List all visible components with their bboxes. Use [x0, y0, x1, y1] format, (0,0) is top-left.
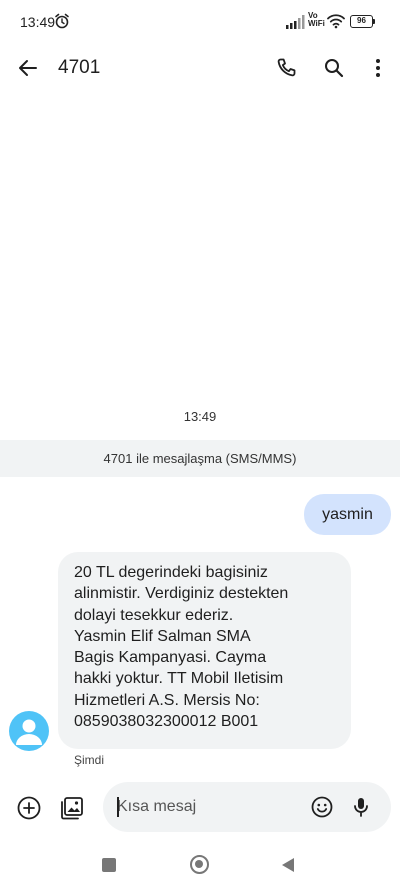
wifi-icon — [327, 14, 345, 29]
sms-mms-banner: 4701 ile mesajlaşma (SMS/MMS) — [0, 440, 400, 477]
message-status: Şimdi — [74, 753, 105, 767]
alarm-icon — [55, 13, 69, 29]
avatar[interactable] — [9, 711, 49, 751]
emoji-button[interactable] — [302, 787, 342, 827]
add-attachment-button[interactable] — [9, 788, 49, 828]
more-options-button[interactable] — [358, 48, 398, 88]
system-nav-bar — [0, 846, 400, 888]
person-icon — [16, 719, 42, 745]
message-input[interactable] — [117, 782, 297, 832]
compose-field[interactable] — [103, 782, 391, 832]
back-button[interactable] — [8, 48, 48, 88]
status-time: 13:49 — [20, 14, 56, 30]
home-icon-dot — [195, 860, 203, 868]
home-icon[interactable] — [190, 855, 209, 874]
search-button[interactable] — [314, 48, 354, 88]
mic-icon — [354, 798, 368, 817]
more-vert-icon — [376, 59, 380, 77]
battery-level: 96 — [350, 15, 373, 28]
gallery-button[interactable] — [52, 788, 92, 828]
signal-icon — [286, 15, 305, 29]
incoming-message-bubble[interactable]: 20 TL degerindeki bagisiniz alinmistir. … — [58, 552, 351, 749]
back-triangle-icon[interactable] — [282, 858, 294, 872]
status-bar: 13:49 Vo WiFi 96 — [0, 0, 400, 44]
phone-icon — [277, 58, 296, 77]
search-icon — [325, 59, 344, 78]
voice-input-button[interactable] — [341, 787, 381, 827]
outgoing-message-bubble[interactable]: yasmin — [304, 494, 391, 535]
emoji-icon — [311, 796, 333, 818]
back-arrow-icon — [19, 60, 37, 76]
recents-icon[interactable] — [102, 858, 116, 872]
battery-tip — [373, 19, 375, 24]
app-bar: 4701 — [0, 44, 400, 92]
wifi-label: WiFi — [308, 19, 325, 28]
text-cursor — [117, 797, 119, 817]
conversation-timestamp: 13:49 — [183, 409, 217, 424]
call-button[interactable] — [266, 48, 306, 88]
messages-screen: 13:49 Vo WiFi 96 4701 13:49 4701 ile mes… — [0, 0, 400, 888]
battery-icon: 96 — [350, 15, 376, 28]
gallery-icon — [61, 797, 83, 820]
contact-title: 4701 — [58, 57, 101, 78]
add-circle-icon — [17, 796, 41, 820]
vowifi-indicator: Vo WiFi — [308, 12, 325, 28]
